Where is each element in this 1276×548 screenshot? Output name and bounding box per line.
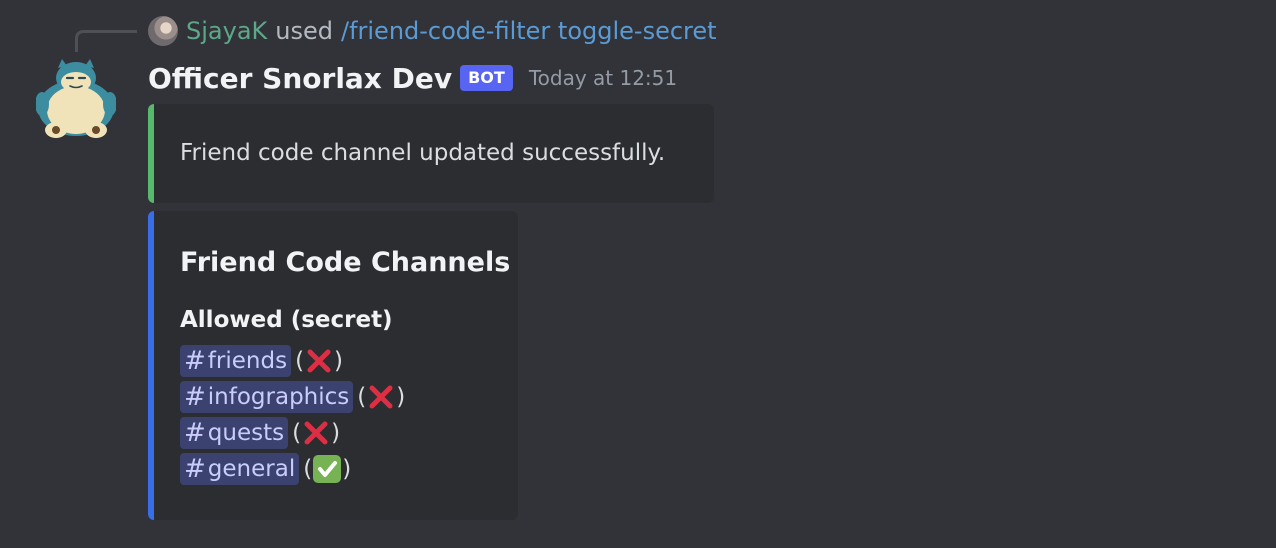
channel-row: # quests ( ) <box>180 415 405 451</box>
hash-icon: # <box>184 346 206 376</box>
hash-icon: # <box>184 382 206 412</box>
channel-row: # friends ( ) <box>180 343 405 379</box>
embed-description: Friend code channel updated successfully… <box>180 140 666 166</box>
hash-icon: # <box>184 418 206 448</box>
channel-name: friends <box>207 348 288 374</box>
chat-message: SjayaK used /friend-code-filter toggle-s… <box>0 0 1276 548</box>
channel-name: quests <box>207 420 285 446</box>
message-timestamp[interactable]: Today at 12:51 <box>529 66 677 90</box>
cross-mark-icon <box>369 385 393 409</box>
cross-mark-icon <box>307 349 331 373</box>
channels-embed: Friend Code Channels Allowed (secret) # … <box>148 211 518 520</box>
check-mark-icon <box>313 455 342 483</box>
channel-list: # friends ( ) # infographics ( ) # quest… <box>180 343 405 487</box>
channel-row: # general ( ) <box>180 451 405 487</box>
command-use-line[interactable]: SjayaK used /friend-code-filter toggle-s… <box>148 14 717 48</box>
success-embed: Friend code channel updated successfully… <box>148 104 714 203</box>
bot-badge: BOT <box>460 65 513 91</box>
message-header: Officer Snorlax Dev BOT Today at 12:51 <box>148 58 677 98</box>
channel-mention-general[interactable]: # general <box>180 453 300 485</box>
slash-command-link[interactable]: /friend-code-filter toggle-secret <box>341 17 717 45</box>
cross-mark-icon <box>304 421 328 445</box>
user-avatar-small[interactable] <box>148 16 178 46</box>
reply-username[interactable]: SjayaK <box>186 17 267 45</box>
channel-name: infographics <box>207 384 350 410</box>
hash-icon: # <box>184 454 206 484</box>
embed-field-name: Allowed (secret) <box>180 307 393 333</box>
reply-connector <box>75 30 137 52</box>
channel-name: general <box>207 456 296 482</box>
channel-mention-quests[interactable]: # quests <box>180 417 289 449</box>
embed-title: Friend Code Channels <box>180 247 511 278</box>
reply-used-text: used <box>275 17 333 45</box>
channel-mention-infographics[interactable]: # infographics <box>180 381 354 413</box>
snorlax-icon <box>35 59 117 138</box>
bot-avatar[interactable] <box>35 58 117 138</box>
channel-row: # infographics ( ) <box>180 379 405 415</box>
channel-mention-friends[interactable]: # friends <box>180 345 292 377</box>
author-name[interactable]: Officer Snorlax Dev <box>148 62 452 95</box>
